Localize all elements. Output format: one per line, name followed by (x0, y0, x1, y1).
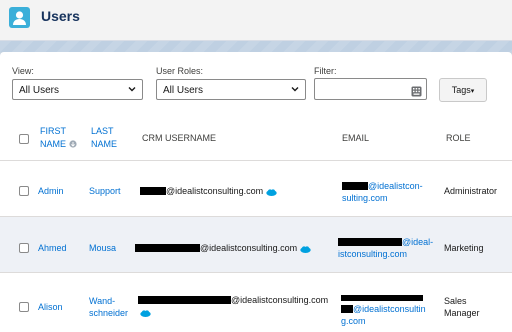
background-band (0, 41, 512, 52)
divider (0, 160, 512, 161)
role-cell: Marketing (444, 243, 484, 253)
first-name-header-line2: NAME (40, 138, 77, 152)
crm-username-cell: @idealistconsulting.com (138, 294, 328, 320)
filter-label: Filter: (314, 66, 337, 76)
first-name-link[interactable]: Admin (38, 185, 64, 197)
divider (0, 272, 512, 273)
last-name-line2: schneider (89, 308, 129, 318)
username-domain: @idealistconsulting.com (231, 295, 329, 305)
crm-username-cell: @idealistconsulting.com (135, 242, 311, 256)
redacted-block (138, 296, 231, 304)
keyboard-icon[interactable] (411, 84, 422, 102)
email-link[interactable]: @ideal- istconsulting.com (338, 236, 433, 260)
users-page: Users View: All Users User Roles: All Us… (0, 0, 512, 332)
redacted-block (338, 238, 402, 246)
email-line1: @idealistcon- (368, 181, 423, 191)
tags-button[interactable]: Tags▾ (439, 78, 487, 102)
sort-arrow-icon[interactable] (68, 139, 77, 152)
first-name-header-text: NAME (40, 139, 67, 149)
redacted-block (135, 244, 200, 252)
caret-down-icon: ▾ (470, 88, 475, 95)
redacted-block (341, 305, 353, 313)
last-name-link[interactable]: Mousa (89, 242, 116, 254)
role-line1: Sales (444, 296, 467, 306)
tags-button-label: Tags (451, 85, 471, 95)
crm-username-cell: @idealistconsulting.com (140, 185, 277, 199)
salesforce-cloud-icon[interactable] (266, 187, 277, 199)
salesforce-cloud-icon[interactable] (300, 244, 311, 256)
chevron-down-icon (290, 84, 300, 97)
last-name-header-line1: LAST (91, 126, 114, 136)
view-label: View: (12, 66, 34, 76)
username-domain: @idealistconsulting.com (200, 243, 298, 253)
crm-username-column-header: CRM USERNAME (142, 133, 217, 143)
chevron-down-icon (127, 84, 137, 97)
select-all-checkbox[interactable] (19, 134, 29, 144)
role-cell: Administrator (444, 186, 498, 196)
email-line1: @ideal- (402, 237, 434, 247)
last-name-line1: Wand- (89, 296, 116, 306)
first-name-column-header[interactable]: FIRST NAME (40, 125, 77, 152)
last-name-link[interactable]: Wand- schneider (89, 295, 128, 319)
page-title: Users (41, 8, 80, 24)
salesforce-cloud-icon[interactable] (140, 308, 151, 320)
user-roles-label: User Roles: (156, 66, 204, 76)
role-column-header: ROLE (446, 133, 471, 143)
role-line2: Manager (444, 308, 480, 318)
row-checkbox[interactable] (19, 302, 29, 312)
email-column-header: EMAIL (342, 133, 370, 143)
redacted-block (341, 295, 423, 301)
redacted-block (342, 182, 368, 190)
row-checkbox[interactable] (19, 186, 29, 196)
view-select[interactable]: All Users (12, 79, 143, 100)
redacted-block (140, 187, 166, 195)
role-cell: Sales Manager (444, 295, 480, 319)
email-line1: @idealistconsultin (353, 304, 426, 314)
user-roles-select-value: All Users (163, 85, 204, 96)
filter-input[interactable] (314, 78, 427, 100)
email-line2: g.com (341, 316, 366, 326)
username-domain: @idealistconsulting.com (166, 186, 264, 196)
last-name-link[interactable]: Support (89, 185, 121, 197)
first-name-link[interactable]: Ahmed (38, 242, 67, 254)
email-line2: istconsulting.com (338, 249, 408, 259)
email-link[interactable]: @idealistconsultin g.com (341, 291, 426, 327)
row-checkbox[interactable] (19, 243, 29, 253)
view-select-value: All Users (19, 85, 60, 96)
first-name-link[interactable]: Alison (38, 301, 63, 313)
page-header: Users (0, 0, 512, 41)
first-name-header-line1: FIRST (40, 126, 66, 136)
user-icon (9, 7, 30, 28)
email-link[interactable]: @idealistcon- sulting.com (342, 180, 423, 204)
user-roles-select[interactable]: All Users (156, 79, 306, 100)
last-name-header-line2: NAME (91, 139, 118, 149)
email-line2: sulting.com (342, 193, 388, 203)
last-name-column-header[interactable]: LAST NAME (91, 125, 117, 151)
